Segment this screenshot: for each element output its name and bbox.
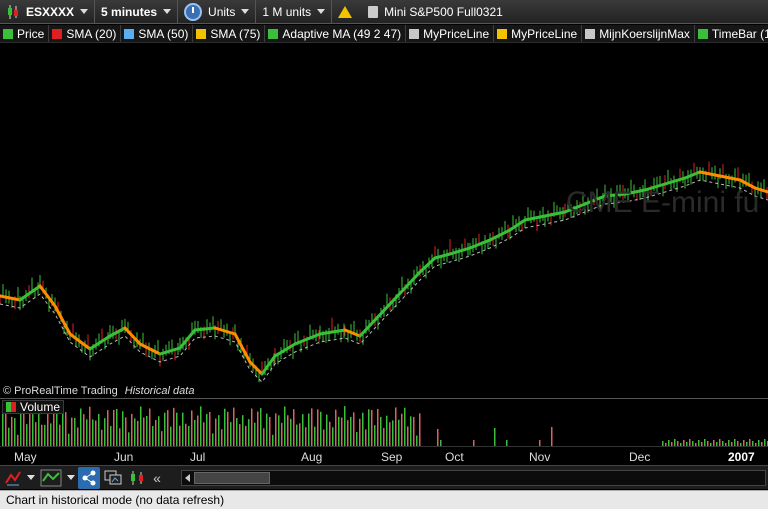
scroll-left-arrow-icon[interactable] — [185, 474, 190, 482]
chevron-down-icon — [27, 475, 35, 480]
bottom-toolbar: « — [0, 465, 768, 489]
chart-copyright: © ProRealTime Trading Historical data — [3, 385, 194, 397]
legend-item[interactable]: Adaptive MA (49 2 47) — [265, 25, 407, 42]
chevron-down-icon — [80, 9, 89, 14]
legend-item[interactable]: TimeBar (10 — [695, 25, 768, 42]
instrument-info: Mini S&P500 Full0321 — [332, 0, 509, 24]
time-axis-label: Nov — [529, 450, 551, 464]
indicator-dropdown[interactable] — [66, 467, 76, 489]
volume-swatch — [6, 402, 16, 412]
legend-item[interactable]: SMA (75) — [193, 25, 266, 42]
legend-swatch — [124, 28, 135, 39]
instrument-name: Mini S&P500 Full0321 — [384, 4, 503, 19]
windows-button[interactable] — [102, 467, 124, 489]
clock-icon — [184, 2, 203, 21]
legend-swatch — [268, 28, 279, 39]
share-icon — [82, 470, 96, 485]
units-count-label: 1 M units — [262, 4, 312, 19]
legend-swatch — [697, 28, 708, 39]
legend-label: MijnKoerslijnMax — [599, 26, 690, 41]
time-axis-label: Jul — [190, 450, 206, 464]
time-axis-label: Jun — [114, 450, 134, 464]
units-mode-selector[interactable]: Units — [178, 0, 257, 24]
scroll-to-start-button[interactable]: « — [150, 467, 164, 489]
share-button[interactable] — [78, 466, 100, 489]
chevron-down-icon — [67, 475, 75, 480]
copyright-text: © ProRealTime Trading — [3, 385, 118, 397]
legend-item[interactable]: MyPriceLine — [494, 25, 583, 42]
legend-swatch — [52, 28, 63, 39]
legend-label: SMA (20) — [66, 26, 117, 41]
legend-item[interactable]: Price — [0, 25, 50, 42]
time-axis[interactable]: May Jun Jul Aug Sep Oct Nov Dec 2007 — [0, 446, 768, 464]
status-text: Chart in historical mode (no data refres… — [6, 493, 225, 507]
legend-label: TimeBar (10 — [711, 26, 768, 41]
drawing-tool-dropdown[interactable] — [26, 467, 36, 489]
indicator-button[interactable] — [38, 467, 64, 489]
scrollbar-thumb[interactable] — [194, 472, 270, 484]
legend-item[interactable]: MyPriceLine — [406, 25, 495, 42]
time-axis-label: May — [14, 450, 37, 464]
time-axis-label: Sep — [381, 450, 403, 464]
chevron-down-icon — [241, 9, 250, 14]
chart-watermark: CME E-mini fu — [566, 186, 760, 219]
horizontal-scrollbar[interactable] — [181, 470, 766, 486]
legend-swatch — [3, 28, 13, 39]
symbol-selector[interactable]: ESXXXX — [0, 0, 96, 24]
compare-button[interactable] — [126, 467, 148, 489]
timeframe-label: 5 minutes — [101, 4, 158, 19]
candles-compare-icon — [131, 470, 143, 485]
indicator-legend: Price SMA (20) SMA (50) SMA (75) Adaptive MA… — [0, 25, 768, 43]
timeframe-selector[interactable]: 5 minutes — [95, 0, 179, 24]
volume-legend[interactable]: Volume — [2, 400, 65, 414]
legend-label: MyPriceLine — [511, 26, 578, 41]
time-axis-label: Dec — [629, 450, 651, 464]
legend-label: SMA (75) — [210, 26, 261, 41]
legend-item[interactable]: MijnKoerslijnMax — [582, 25, 695, 42]
chevron-down-icon — [317, 9, 326, 14]
pen-chart-icon — [5, 470, 21, 485]
warning-icon[interactable] — [338, 5, 353, 18]
price-plot — [0, 161, 768, 383]
price-chart[interactable]: CME E-mini fu © ProRealTime Trading Hist… — [0, 44, 768, 398]
legend-label: MyPriceLine — [423, 26, 490, 41]
legend-label: SMA (50) — [138, 26, 189, 41]
instrument-info-icon[interactable] — [368, 5, 379, 18]
legend-swatch — [409, 28, 420, 39]
status-bar: Chart in historical mode (no data refres… — [0, 490, 768, 509]
double-chevron-left-icon: « — [153, 469, 161, 486]
symbol-label: ESXXXX — [26, 4, 75, 19]
time-axis-label: 2007 — [728, 450, 755, 464]
volume-label: Volume — [20, 400, 61, 414]
historical-data-note: Historical data — [124, 385, 195, 397]
legend-swatch — [196, 28, 207, 39]
drawing-tool-button[interactable] — [2, 467, 24, 489]
legend-item[interactable]: SMA (50) — [121, 25, 194, 42]
volume-plot — [2, 406, 768, 446]
windows-icon — [104, 470, 122, 484]
time-axis-label: Oct — [445, 450, 464, 464]
indicator-chart-icon — [40, 469, 62, 486]
volume-chart[interactable] — [0, 399, 768, 446]
chevron-down-icon — [163, 9, 172, 14]
legend-item[interactable]: SMA (20) — [49, 25, 122, 42]
units-count-selector[interactable]: 1 M units — [256, 0, 333, 24]
legend-swatch — [585, 28, 596, 39]
top-toolbar: ESXXXX 5 minutes Units 1 M units Mini S&… — [0, 0, 768, 24]
time-axis-label: Aug — [301, 450, 323, 464]
units-mode-label: Units — [208, 4, 236, 19]
legend-label: Price — [17, 26, 45, 41]
candlestick-icon — [6, 4, 20, 20]
legend-swatch — [497, 28, 508, 39]
legend-label: Adaptive MA (49 2 47) — [282, 26, 402, 41]
